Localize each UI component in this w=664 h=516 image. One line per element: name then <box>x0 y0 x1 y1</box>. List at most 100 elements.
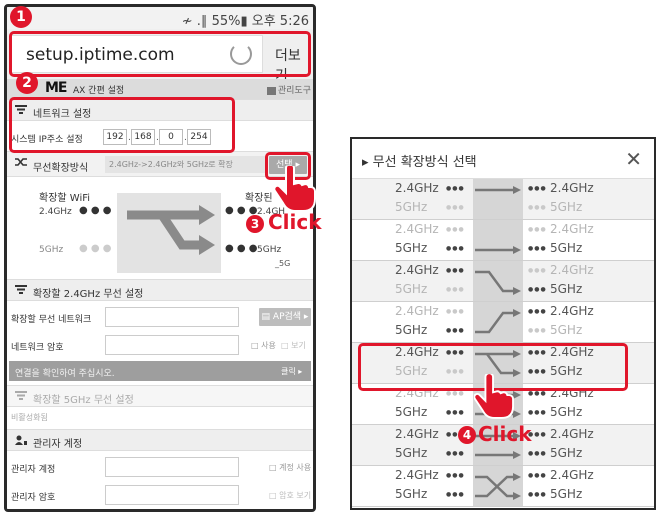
ssid-row: 확장할 무선 네트워크 ▤ AP검색 ▸ <box>7 303 313 331</box>
target-5ghz-label: 5GHz <box>550 282 583 296</box>
brand-subtitle: AX 간편 설정 <box>73 86 125 96</box>
ssid-label: 확장할 무선 네트워크 <box>11 315 92 325</box>
admin-id-label: 관리자 계정 <box>11 465 56 475</box>
ap-search-button[interactable]: ▤ AP검색 ▸ <box>259 308 311 326</box>
use-checkbox[interactable]: □ 사용 <box>251 340 276 351</box>
wifi-icon <box>15 285 27 294</box>
dots-icon: ●●● <box>446 267 465 274</box>
source-24ghz-label: 2.4GHz <box>395 427 439 441</box>
source-5ghz-label: 5GHz <box>395 446 428 460</box>
dots-icon: ●●● <box>528 308 547 315</box>
iptime-logo: ME <box>45 80 67 96</box>
admin-pw-label: 관리자 암호 <box>11 493 56 503</box>
dots-icon: ●●● <box>528 327 547 334</box>
dots-icon: ●●● <box>528 204 547 211</box>
status-right: ≁ .∥ 55%▮ 오후 5:26 <box>181 14 309 29</box>
show-checkbox[interactable]: □ 보기 <box>281 340 306 351</box>
dots-active: ● ● ● <box>79 205 112 216</box>
account-use-label: 계정 사용 <box>279 463 312 472</box>
dots-icon: ●●● <box>446 450 465 457</box>
dots-icon: ●●● <box>446 327 465 334</box>
dialog-title: ▸ 무선 확장방식 선택 <box>362 155 477 170</box>
source-24ghz-label: 2.4GHz <box>395 468 439 482</box>
option-row[interactable]: 2.4GHz 5GHz ●●● ●●● ●●● ●●● 2.4GHz 5GHz <box>352 179 654 220</box>
admin-tool-link[interactable]: 관리도구 <box>266 83 311 96</box>
target-5g-suffix: _5G <box>275 259 291 268</box>
dots-icon: ●●● <box>446 204 465 211</box>
target-5ghz-label: 5GHz <box>550 487 583 501</box>
close-icon[interactable]: ✕ <box>625 147 642 171</box>
ap-search-label: AP검색 <box>272 312 302 322</box>
step-3-badge: 3 <box>246 215 264 233</box>
password-label: 네트워크 암호 <box>11 343 64 353</box>
source-24ghz-label: 2.4GHz <box>395 181 439 195</box>
user-icon <box>15 435 27 445</box>
dots-icon: ●●● <box>528 185 547 192</box>
admin-id-row: 관리자 계정 □ 계정 사용 <box>7 453 313 481</box>
password-row: 네트워크 암호 □ 사용 □ 보기 <box>7 331 313 359</box>
source-5ghz-label: 5GHz <box>395 241 428 255</box>
target-5ghz-label: 5GHz <box>550 241 583 255</box>
route-arrow-icon <box>473 302 523 342</box>
target-24ghz-label: 2.4GHz <box>550 304 594 318</box>
ssid-input[interactable] <box>105 307 239 327</box>
target-5ghz-label: 5GHz <box>550 405 583 419</box>
step-1-badge: 1 <box>10 6 32 28</box>
target-24ghz-label: 2.4GHz <box>550 427 594 441</box>
dots-icon: ●●● <box>446 308 465 315</box>
target-title: 확장된 <box>245 193 273 204</box>
settings-5ghz-header: 확장할 5GHz 무선 설정 <box>7 385 313 407</box>
step-4-click-label: Click <box>478 422 532 446</box>
option-row[interactable]: 2.4GHz 5GHz ●●● ●●● ●●● ●●● 2.4GHz 5GHz <box>352 302 654 343</box>
target-5ghz-label: 5GHz <box>550 323 583 337</box>
dots-icon: ●●● <box>528 491 547 498</box>
admin-tool-label: 관리도구 <box>277 86 311 96</box>
connect-click-button[interactable]: 클릭 ▸ <box>281 366 302 377</box>
dots-icon: ●●● <box>528 390 547 397</box>
step-3-click-label: Click <box>268 210 322 234</box>
target-5ghz: 5GHz <box>257 245 282 255</box>
admin-id-input[interactable] <box>105 457 239 477</box>
phone-screenshot: S ≁ .∥ 55%▮ 오후 5:26 setup.iptime.com 더보기… <box>4 4 316 512</box>
dots-inactive: ● ● ● <box>79 243 112 254</box>
grid-icon <box>266 86 276 95</box>
dots-icon: ●●● <box>446 286 465 293</box>
step-2-badge: 2 <box>16 72 38 94</box>
dots-icon: ●●● <box>528 409 547 416</box>
connect-bar: 연결을 확인하여 주십시오. 클릭 ▸ <box>9 361 311 381</box>
dots-icon: ●●● <box>446 491 465 498</box>
source-24ghz-label: 2.4GHz <box>395 304 439 318</box>
dots-icon: ●●● <box>446 245 465 252</box>
dots-icon: ●●● <box>446 472 465 479</box>
connect-click-label: 클릭 <box>281 367 296 376</box>
admin-pw-input[interactable] <box>105 485 239 505</box>
option-row[interactable]: 2.4GHz 5GHz ●●● ●●● ●●● ●●● 2.4GHz 5GHz <box>352 466 654 507</box>
pw-show-label: 암호 보기 <box>279 491 312 500</box>
highlight-url <box>9 31 311 77</box>
extension-mode-label: 무선확장방식 <box>33 163 89 174</box>
target-24ghz-label: 2.4GHz <box>550 181 594 195</box>
pw-show-checkbox[interactable]: □ 암호 보기 <box>269 490 311 501</box>
dialog-title-text: 무선 확장방식 선택 <box>372 155 477 170</box>
source-5ghz-label: 5GHz <box>395 487 428 501</box>
dots-icon: ●●● <box>528 226 547 233</box>
source-5ghz-label: 5GHz <box>395 405 428 419</box>
password-input[interactable] <box>105 335 239 355</box>
route-arrow-icon <box>473 220 523 260</box>
dots-icon: ●●● <box>528 286 547 293</box>
dots-icon: ●●● <box>446 409 465 416</box>
option-row[interactable]: 2.4GHz 5GHz ●●● ●●● ●●● ●●● 2.4GHz 5GHz <box>352 220 654 261</box>
admin-header: 관리자 계정 <box>7 429 313 451</box>
dots-icon: ●●● <box>446 390 465 397</box>
option-row[interactable]: 2.4GHz 5GHz ●●● ●●● ●●● ●●● 2.4GHz 5GHz <box>352 261 654 302</box>
target-5ghz-label: 5GHz <box>550 446 583 460</box>
settings-24ghz-title: 확장할 2.4GHz 무선 설정 <box>33 289 144 300</box>
dialog-header: ▸ 무선 확장방식 선택 ✕ <box>352 139 654 179</box>
extension-mode-dialog: ▸ 무선 확장방식 선택 ✕ 2.4GHz 5GHz ●●● ●●● ●●● ●●● 2.4… <box>350 137 656 510</box>
shuffle-icon <box>15 158 27 166</box>
use-label: 사용 <box>261 341 276 350</box>
dots-icon: ●●● <box>528 267 547 274</box>
disabled-note: 비활성화됨 <box>11 413 48 422</box>
account-use-checkbox[interactable]: □ 계정 사용 <box>269 462 311 473</box>
dots-icon: ●●● <box>528 450 547 457</box>
